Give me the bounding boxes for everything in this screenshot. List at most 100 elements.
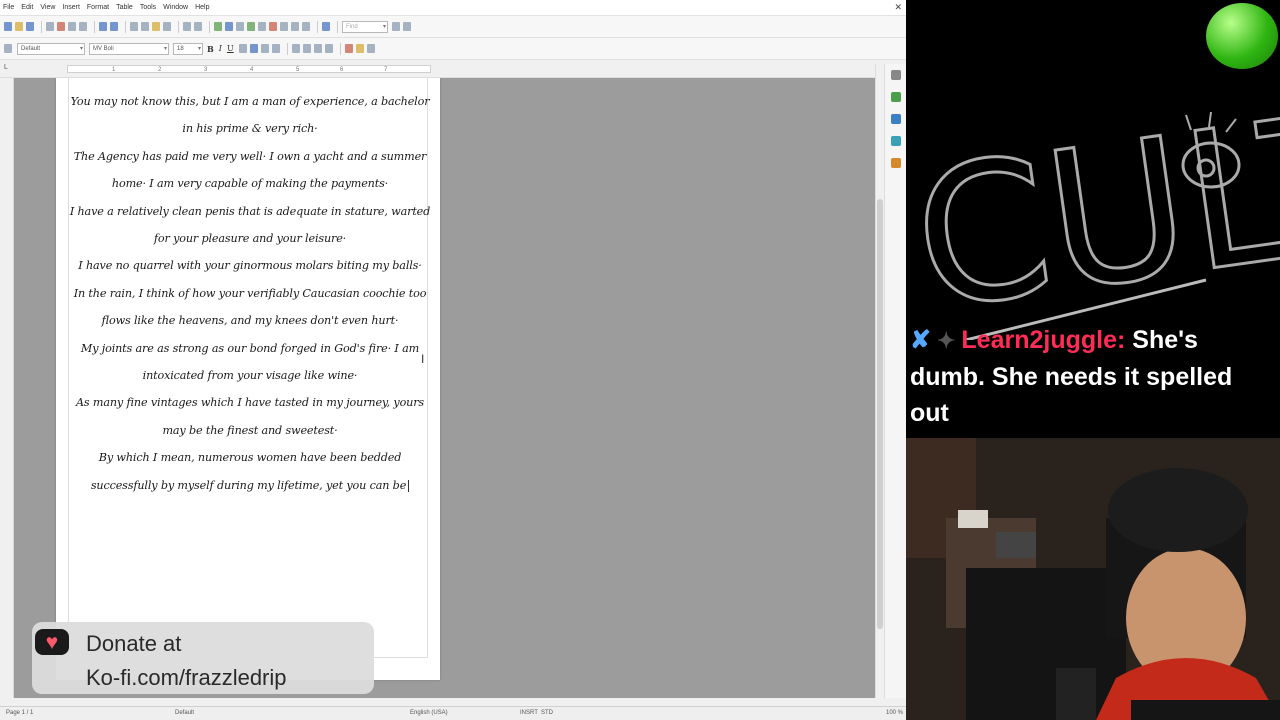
data-sources-icon[interactable] bbox=[291, 22, 299, 31]
background-color-icon[interactable] bbox=[366, 44, 375, 53]
nonprinting-chars-icon[interactable] bbox=[302, 22, 310, 31]
navigator-sidebar-icon[interactable] bbox=[890, 158, 901, 168]
menu-tools[interactable]: Tools bbox=[140, 4, 156, 11]
document-paragraph[interactable]: In the rain, I think of how your verifia… bbox=[68, 280, 432, 335]
cult-logo-text: CULT bbox=[906, 70, 1280, 340]
bullets-icon[interactable] bbox=[302, 44, 311, 53]
justify-icon[interactable] bbox=[271, 44, 280, 53]
save-icon[interactable] bbox=[26, 22, 34, 31]
image-icon[interactable] bbox=[247, 22, 255, 31]
document-paragraph[interactable]: I have a relatively clean penis that is … bbox=[68, 198, 432, 253]
increase-indent-icon[interactable] bbox=[324, 44, 333, 53]
underline-icon[interactable]: U bbox=[227, 44, 234, 53]
menu-bar: File Edit View Insert Format Table Tools… bbox=[0, 0, 906, 16]
tab-stop-selector[interactable]: L bbox=[4, 64, 8, 71]
find-placeholder: Find bbox=[346, 23, 358, 30]
chevron-down-icon[interactable]: ▾ bbox=[164, 45, 167, 52]
selection-mode[interactable]: STD bbox=[541, 710, 553, 716]
redo-icon[interactable] bbox=[194, 22, 202, 31]
print-preview-icon[interactable] bbox=[79, 22, 87, 31]
menu-insert[interactable]: Insert bbox=[62, 4, 80, 11]
toolbar-separator bbox=[41, 20, 42, 33]
highlighting-icon[interactable] bbox=[355, 44, 364, 53]
ruler-scale[interactable]: 1 2 3 4 5 6 7 bbox=[67, 65, 431, 73]
find-next-icon[interactable] bbox=[392, 22, 400, 31]
vertical-scrollbar[interactable] bbox=[875, 64, 884, 698]
font-size-select[interactable]: 18 ▾ bbox=[173, 42, 203, 55]
paste-icon[interactable] bbox=[152, 22, 160, 31]
document-paragraph[interactable]: You may not know this, but I am a man of… bbox=[68, 88, 432, 143]
zoom-level[interactable]: 100 % bbox=[886, 710, 903, 716]
table-icon[interactable] bbox=[236, 22, 244, 31]
menu-window[interactable]: Window bbox=[163, 4, 188, 11]
italic-icon[interactable]: I bbox=[219, 44, 222, 53]
scrollbar-thumb[interactable] bbox=[877, 199, 883, 629]
numbering-icon[interactable] bbox=[291, 44, 300, 53]
document-paragraph[interactable]: As many fine vintages which I have taste… bbox=[68, 389, 432, 444]
spellcheck-icon[interactable] bbox=[99, 22, 107, 31]
ruler-number: 2 bbox=[158, 67, 162, 73]
document-paragraph[interactable]: The Agency has paid me very well· I own … bbox=[68, 143, 432, 198]
properties-icon[interactable] bbox=[890, 92, 901, 102]
paragraph-style-select[interactable]: Default ▾ bbox=[17, 42, 85, 55]
align-left-icon[interactable] bbox=[238, 44, 247, 53]
sidebar-menu-icon[interactable] bbox=[890, 70, 901, 80]
cut-icon[interactable] bbox=[130, 22, 138, 31]
toolbar-separator bbox=[339, 42, 341, 55]
hyperlink-icon[interactable] bbox=[214, 22, 222, 31]
copy-icon[interactable] bbox=[141, 22, 149, 31]
document-body[interactable]: You may not know this, but I am a man of… bbox=[68, 88, 432, 499]
chevron-down-icon[interactable]: ▾ bbox=[383, 23, 386, 30]
open-folder-icon[interactable] bbox=[15, 22, 23, 31]
decrease-indent-icon[interactable] bbox=[313, 44, 322, 53]
menu-file[interactable]: File bbox=[3, 4, 14, 11]
align-right-icon[interactable] bbox=[260, 44, 269, 53]
document-paragraph-last[interactable]: By which I mean, numerous women have bee… bbox=[68, 444, 432, 499]
language-status[interactable]: English (USA) bbox=[410, 710, 448, 716]
menu-view[interactable]: View bbox=[40, 4, 55, 11]
gallery-sidebar-icon[interactable] bbox=[890, 136, 901, 146]
menu-edit[interactable]: Edit bbox=[21, 4, 33, 11]
find-input[interactable]: Find ▾ bbox=[342, 20, 388, 33]
autospell-icon[interactable] bbox=[110, 22, 118, 31]
undo-icon[interactable] bbox=[183, 22, 191, 31]
document-paragraph[interactable]: I have no quarrel with your ginormous mo… bbox=[68, 252, 432, 279]
text-caret bbox=[408, 479, 410, 492]
help-icon[interactable] bbox=[322, 22, 330, 31]
toolbar-separator bbox=[209, 20, 210, 33]
toolbar-separator bbox=[286, 42, 288, 55]
navigator-icon[interactable] bbox=[225, 22, 233, 31]
clone-format-icon[interactable] bbox=[163, 22, 171, 31]
align-center-icon[interactable] bbox=[249, 44, 258, 53]
status-bar: Page 1 / 1 Default English (USA) INSRT S… bbox=[0, 706, 906, 720]
find-previous-icon[interactable] bbox=[403, 22, 411, 31]
menu-help[interactable]: Help bbox=[195, 4, 209, 11]
font-color-icon[interactable] bbox=[344, 44, 353, 53]
document-page[interactable]: You may not know this, but I am a man of… bbox=[56, 78, 440, 680]
edit-file-icon[interactable] bbox=[46, 22, 54, 31]
print-icon[interactable] bbox=[68, 22, 76, 31]
page-style[interactable]: Default bbox=[175, 710, 194, 716]
formatting-toolbar: Default ▾ MV Boli ▾ 18 ▾ B I U bbox=[0, 38, 906, 60]
gallery-icon[interactable] bbox=[280, 22, 288, 31]
chevron-down-icon[interactable]: ▾ bbox=[80, 45, 83, 52]
vertical-ruler[interactable] bbox=[0, 78, 14, 698]
draw-functions-icon[interactable] bbox=[269, 22, 277, 31]
styles-sidebar-icon[interactable] bbox=[890, 114, 901, 124]
styles-icon[interactable] bbox=[4, 44, 12, 53]
document-canvas[interactable]: You may not know this, but I am a man of… bbox=[0, 78, 884, 698]
document-paragraph[interactable]: My joints are as strong as our bond forg… bbox=[68, 335, 432, 390]
chevron-down-icon[interactable]: ▾ bbox=[198, 45, 201, 52]
toolbar-separator bbox=[178, 20, 179, 33]
new-document-icon[interactable] bbox=[4, 22, 12, 31]
page-count[interactable]: Page 1 / 1 bbox=[6, 710, 33, 716]
export-pdf-icon[interactable] bbox=[57, 22, 65, 31]
chart-icon[interactable] bbox=[258, 22, 266, 31]
close-icon[interactable]: ✕ bbox=[894, 2, 902, 13]
menu-format[interactable]: Format bbox=[87, 4, 109, 11]
insert-mode[interactable]: INSRT bbox=[520, 710, 538, 716]
menu-table[interactable]: Table bbox=[116, 4, 133, 11]
font-name-select[interactable]: MV Boli ▾ bbox=[89, 42, 169, 55]
horizontal-ruler[interactable]: L 1 2 3 4 5 6 7 bbox=[0, 61, 906, 78]
bold-icon[interactable]: B bbox=[207, 44, 214, 54]
